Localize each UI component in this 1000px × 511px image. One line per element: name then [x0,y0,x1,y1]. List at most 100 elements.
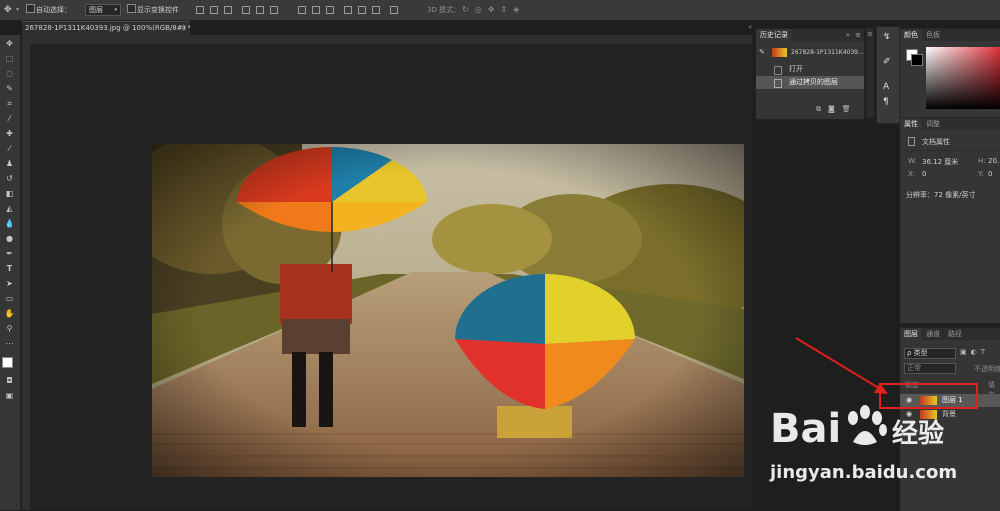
checkbox-box[interactable] [127,4,136,13]
quick-select-tool-icon[interactable]: ✎ [3,83,16,94]
document-icon [774,66,782,75]
more-tools-icon[interactable]: ⋯ [3,338,16,349]
history-panel-title[interactable]: 历史记录 [756,29,792,42]
scale-3d-icon[interactable]: ◈ [513,5,525,14]
quick-mask-icon[interactable]: ◘ [3,375,16,386]
new-document-icon[interactable]: ⧉ [816,105,828,113]
color-panel-tabs: 颜色 色板 [900,29,1000,41]
tab-properties[interactable]: 属性 [900,118,922,130]
chevron-down-icon[interactable]: ▾ [16,6,19,13]
trash-icon[interactable]: 🗑 [842,105,858,113]
clone-stamp-tool-icon[interactable]: ♟ [3,158,16,169]
y-value[interactable]: 0 [988,170,992,178]
align-left-icon[interactable] [242,6,250,14]
distribute-right-icon[interactable] [372,6,380,14]
camera-icon[interactable]: ◙ [828,105,842,113]
auto-align-icon[interactable] [390,6,398,14]
rectangle-tool-icon[interactable]: ▭ [3,293,16,304]
brush-settings-icon[interactable]: ✐ [883,57,891,67]
history-item-active[interactable]: 通过拷贝的图层 [756,76,864,89]
document-tab-title: 267828-1P1311K40393.jpg @ 100%(RGB/8#) * [25,24,190,32]
align-hcenter-icon[interactable] [256,6,264,14]
crop-tool-icon[interactable]: ⌗ [3,98,16,109]
paragraph-panel-icon[interactable]: ¶ [883,97,889,107]
paint-bucket-tool-icon[interactable]: ◭ [3,203,16,214]
x-value[interactable]: 0 [922,170,926,178]
character-panel-icon[interactable]: A [883,82,889,92]
distribute-top-icon[interactable] [298,6,306,14]
h-label: H: [978,157,986,165]
history-item[interactable]: 打开 [756,63,864,76]
history-brush-icon[interactable]: ✎ [759,46,765,59]
brush-tool-icon[interactable]: ⁄ [3,143,16,154]
slide-3d-icon[interactable]: ⇕ [500,5,513,14]
tab-color[interactable]: 颜色 [900,29,922,41]
eyedropper-tool-icon[interactable]: ⁄ [3,113,16,124]
photo-image [152,144,744,477]
history-item-label: 通过拷贝的图层 [789,78,838,86]
rotate-3d-icon[interactable]: ↻ [462,5,475,14]
w-value[interactable]: 36.12 厘米 [922,157,958,167]
tab-adjustments[interactable]: 调整 [922,118,944,130]
auto-select-value: 图层 [89,6,103,14]
w-label: W: [908,157,917,165]
blur-tool-icon[interactable]: 💧 [3,218,16,229]
dodge-tool-icon[interactable]: ● [3,233,16,244]
align-icons-group [196,6,286,14]
close-icon[interactable]: × [181,22,187,35]
foreground-color-swatch[interactable] [2,357,13,368]
distribute-hcenter-icon[interactable] [358,6,366,14]
distribute-vcenter-icon[interactable] [312,6,320,14]
lasso-tool-icon[interactable]: ◌ [3,68,16,79]
distribute-left-icon[interactable] [344,6,352,14]
mode-3d-label: 3D 模式： [427,6,461,14]
panel-menu-icon[interactable]: ≡ [866,28,874,38]
auto-select-dropdown[interactable]: 图层 ▾ [85,4,121,16]
path-select-tool-icon[interactable]: ➤ [3,278,16,289]
align-vcenter-icon[interactable] [210,6,218,14]
marquee-tool-icon[interactable]: ⬚ [3,53,16,64]
toolbar: ✥ ⬚ ◌ ✎ ⌗ ⁄ ✚ ⁄ ♟ ↺ ◧ ◭ 💧 ● ✒ T ➤ ▭ ✋ ⚲ … [0,35,21,510]
align-top-icon[interactable] [196,6,204,14]
show-transform-checkbox[interactable] [127,4,136,13]
distribute-bottom-icon[interactable] [326,6,334,14]
auto-select-checkbox[interactable] [26,4,35,13]
y-label: Y: [978,170,984,178]
type-tool-icon[interactable]: T [3,263,16,274]
eraser-tool-icon[interactable]: ◧ [3,188,16,199]
mode-3d-icons: ↻◎✥⇕◈ [462,5,525,14]
history-panel: 历史记录 » ≡ ✎ 267828-1P1311K4039... 打开 通过拷贝… [755,28,865,120]
align-bottom-icon[interactable] [224,6,232,14]
tab-swatches[interactable]: 色板 [922,29,944,41]
zoom-tool-icon[interactable]: ⚲ [3,323,16,334]
healing-brush-tool-icon[interactable]: ✚ [3,128,16,139]
snapshot-thumbnail [772,48,787,57]
move-tool-icon[interactable]: ✥ [3,38,16,49]
history-snapshot[interactable]: ✎ 267828-1P1311K4039... [756,46,864,59]
panel-menu-icon[interactable]: ≡ [855,29,861,42]
screen-mode-icon[interactable]: ▣ [3,390,16,401]
drag-3d-icon[interactable]: ✥ [488,5,501,14]
show-transform-label: 显示变换控件 [137,6,179,14]
roll-3d-icon[interactable]: ◎ [475,5,488,14]
properties-panel-tabs: 属性 调整 [900,118,1000,130]
baidu-watermark: Bai 经验 jingyan.baidu.com [770,398,1000,510]
h-value[interactable]: 20. [988,157,999,165]
history-panel-header: 历史记录 » ≡ [756,29,864,42]
history-brush-tool-icon[interactable]: ↺ [3,173,16,184]
snapshot-name: 267828-1P1311K4039... [791,49,864,56]
history-panel-icon[interactable]: ↯ [883,32,891,42]
document-tab[interactable]: 267828-1P1311K40393.jpg @ 100%(RGB/8#) *… [22,21,190,35]
watermark-brand-suffix: 经验 [892,419,945,449]
color-spectrum-field[interactable] [926,47,1000,109]
pen-tool-icon[interactable]: ✒ [3,248,16,259]
panel-collapse-icon[interactable]: « [748,23,752,31]
chevron-down-icon: ▾ [114,7,117,13]
checkbox-box[interactable] [26,4,35,13]
hand-tool-icon[interactable]: ✋ [3,308,16,319]
background-color-swatch[interactable] [911,54,923,66]
canvas-area[interactable] [30,44,752,510]
align-right-icon[interactable] [270,6,278,14]
move-tool-icon[interactable]: ✥ [4,6,14,15]
expand-icon[interactable]: » [846,29,850,42]
